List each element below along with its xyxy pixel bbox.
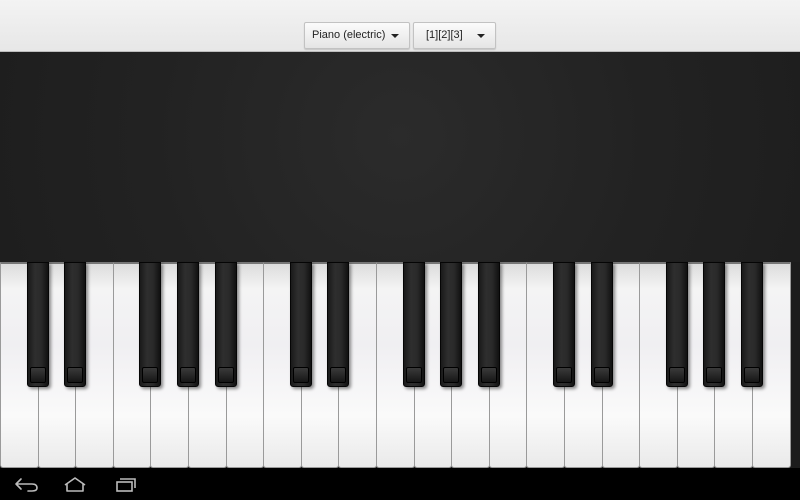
piano-black-key[interactable] — [402, 262, 425, 387]
piano-black-key[interactable] — [665, 262, 688, 387]
instrument-dropdown-label: Piano (electric) — [312, 29, 386, 41]
system-navigation-bar — [0, 468, 800, 500]
layout-dropdown-label: [1][2][3] — [426, 29, 463, 41]
piano-black-key[interactable] — [477, 262, 500, 387]
piano-black-key[interactable] — [440, 262, 463, 387]
piano-black-key[interactable] — [64, 262, 87, 387]
piano-black-key[interactable] — [590, 262, 613, 387]
recents-button[interactable] — [108, 473, 144, 495]
display-panel — [0, 52, 800, 262]
piano-black-key[interactable] — [327, 262, 350, 387]
recents-icon — [116, 478, 136, 492]
piano-black-key[interactable] — [289, 262, 312, 387]
dropdown-arrow-icon — [477, 34, 485, 38]
piano-app: Piano (electric) [1][2][3] — [0, 0, 800, 500]
piano-black-key[interactable] — [214, 262, 237, 387]
piano-black-key[interactable] — [703, 262, 726, 387]
home-button[interactable] — [57, 473, 93, 495]
back-icon — [15, 478, 38, 492]
piano-black-key[interactable] — [26, 262, 49, 387]
piano-black-key[interactable] — [177, 262, 199, 387]
piano-black-key[interactable] — [553, 262, 575, 387]
back-button[interactable] — [8, 473, 44, 495]
instrument-dropdown[interactable]: Piano (electric) — [304, 22, 410, 49]
dropdown-arrow-icon — [391, 34, 399, 38]
piano-keyboard — [0, 262, 800, 468]
top-toolbar: Piano (electric) [1][2][3] — [0, 0, 800, 52]
home-icon — [64, 477, 86, 492]
piano-black-key[interactable] — [139, 262, 162, 387]
keyboard-layout-dropdown[interactable]: [1][2][3] — [413, 22, 496, 49]
piano-black-key[interactable] — [741, 262, 763, 387]
